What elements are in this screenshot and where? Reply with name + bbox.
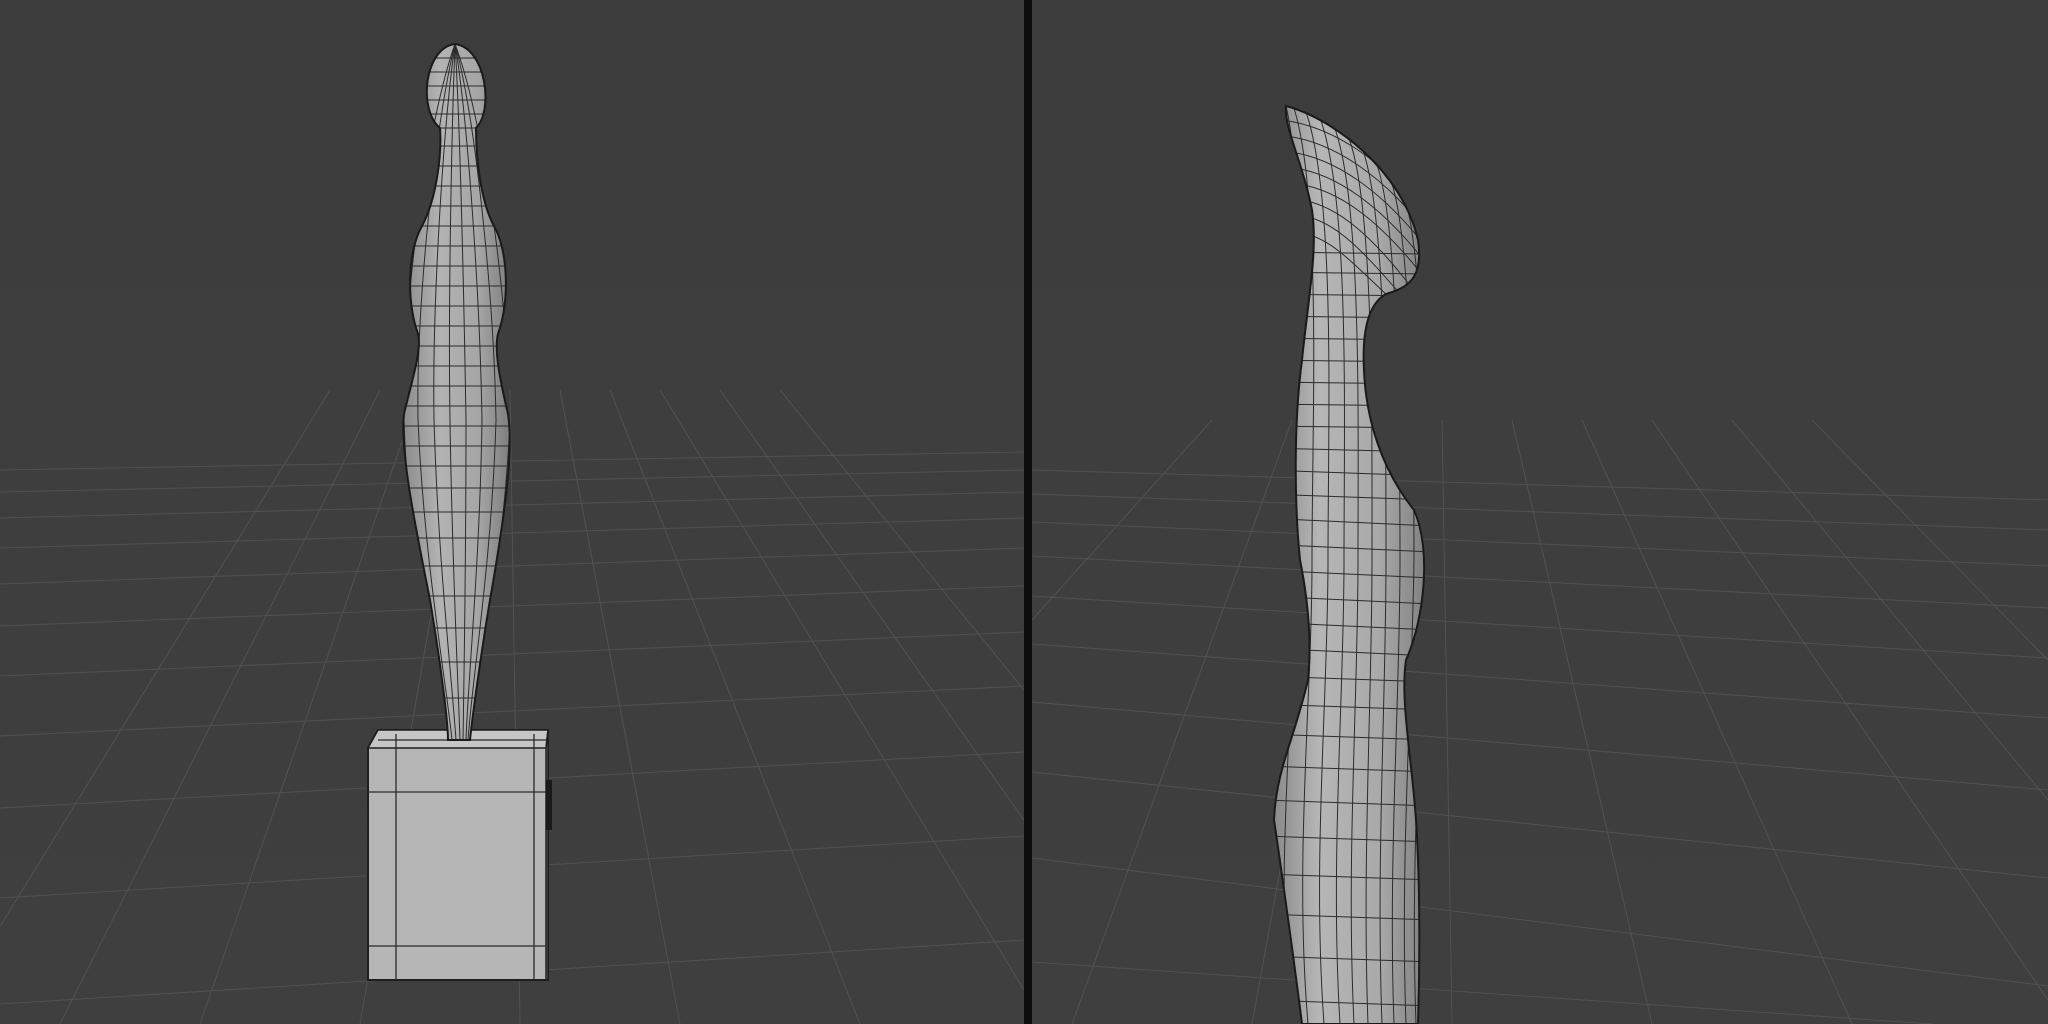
pedestal-block[interactable] <box>366 729 552 981</box>
viewport-right-canvas[interactable] <box>1032 0 2048 1024</box>
split-viewport-workspace <box>0 0 2048 1024</box>
sculpture-body-closeup[interactable] <box>1262 105 1432 1024</box>
sculpture-body[interactable] <box>400 43 511 741</box>
viewport-left[interactable] <box>0 0 1024 1024</box>
viewport-right[interactable] <box>1032 0 2048 1024</box>
viewport-divider[interactable] <box>1024 0 1032 1024</box>
viewport-left-canvas[interactable] <box>0 0 1024 1024</box>
floor-grid-right <box>1032 419 2048 1024</box>
